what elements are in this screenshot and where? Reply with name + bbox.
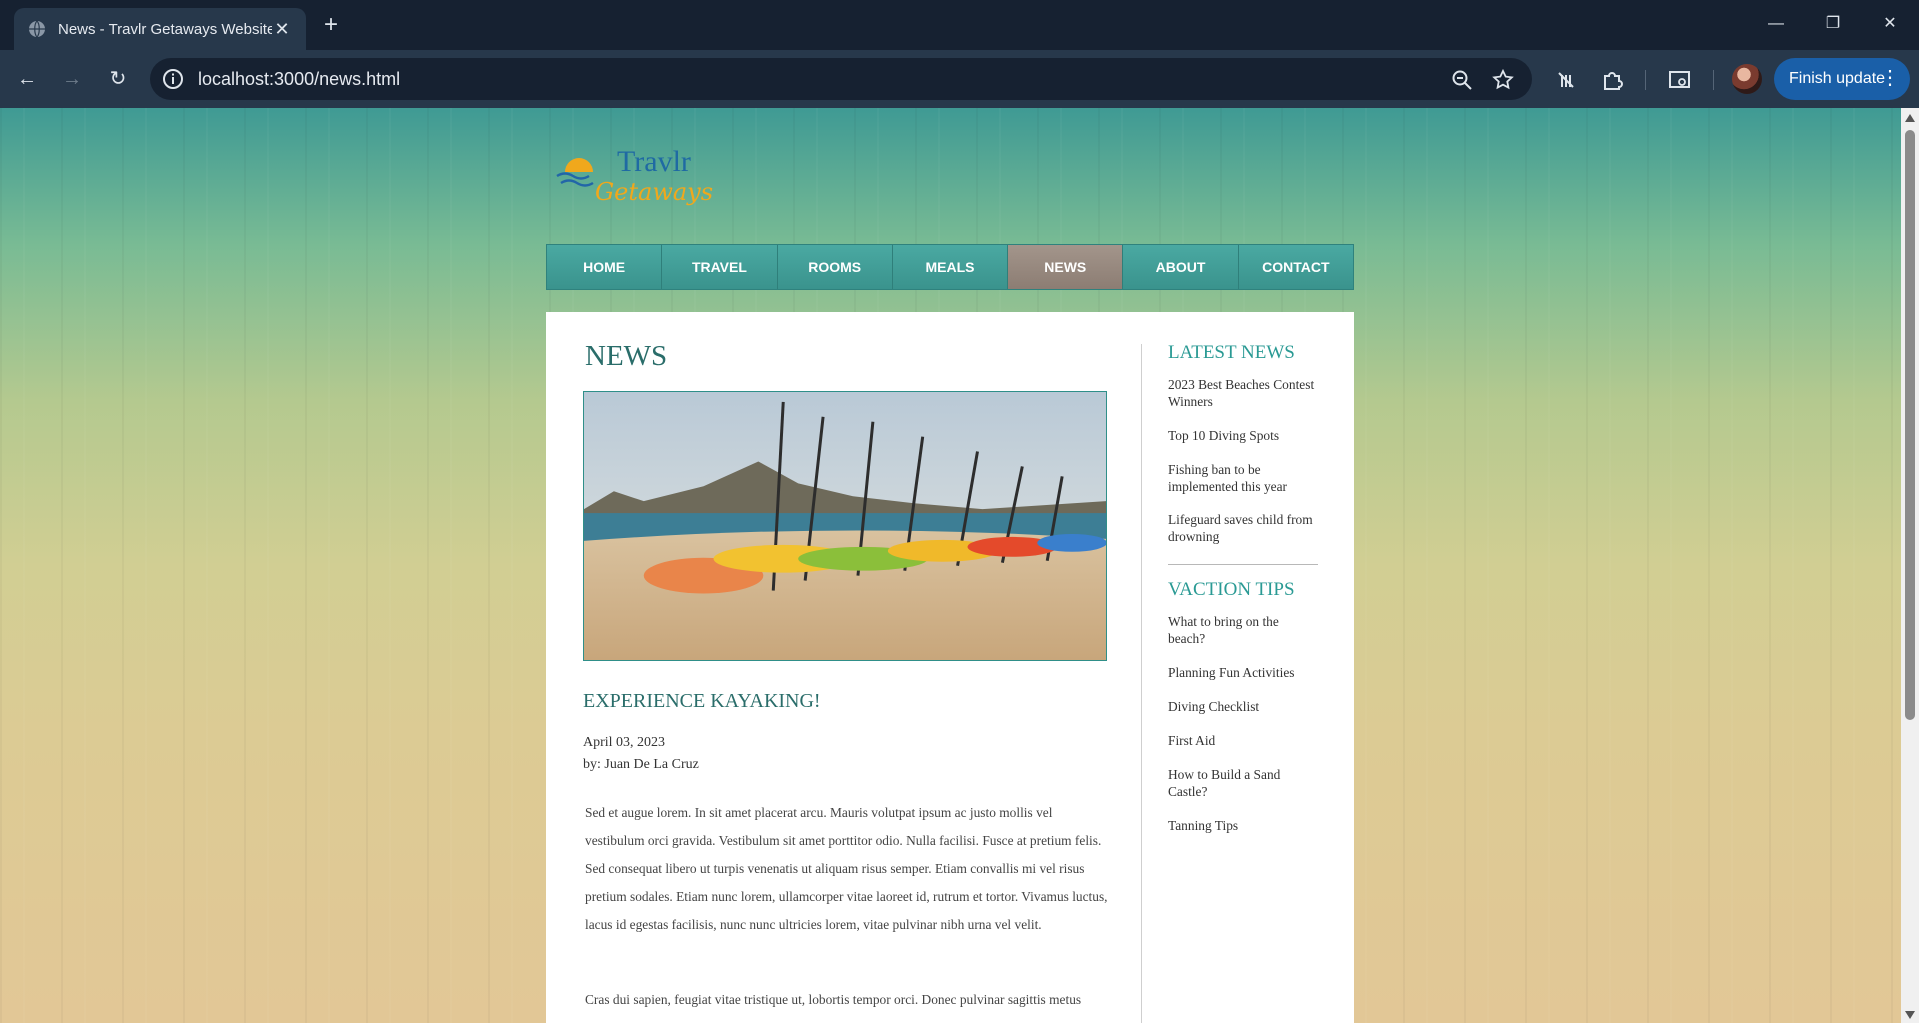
kayaks-beach-image: [583, 391, 1107, 661]
bookmark-star-icon[interactable]: [1491, 68, 1515, 92]
sidebar-divider: [1168, 564, 1318, 565]
tab-title: News - Travlr Getaways Website: [58, 20, 272, 38]
profile-avatar[interactable]: [1732, 64, 1762, 94]
scrollbar-thumb[interactable]: [1905, 130, 1915, 720]
tracking-off-icon[interactable]: [1553, 67, 1579, 93]
page-scrollbar[interactable]: [1901, 108, 1919, 1023]
vacation-tips-heading: VACTION TIPS: [1168, 579, 1295, 600]
scroll-up-arrow-icon[interactable]: [1905, 114, 1915, 122]
back-arrow-icon[interactable]: ←: [12, 64, 42, 94]
latest-news-heading: LATEST NEWS: [1168, 342, 1295, 363]
globe-icon: [29, 20, 45, 38]
toolbar-separator: [1645, 70, 1646, 90]
article-date: April 03, 2023: [583, 735, 666, 750]
toolbar-separator: [1713, 70, 1714, 90]
latest-news-link[interactable]: 2023 Best Beaches Contest Winners: [1168, 376, 1318, 410]
restore-icon[interactable]: ❐: [1815, 10, 1851, 38]
main-navigation: HOME TRAVEL ROOMS MEALS NEWS ABOUT CONTA…: [546, 244, 1354, 290]
minimize-icon[interactable]: —: [1758, 10, 1794, 38]
article-paragraph: Cras dui sapien, feugiat vitae tristique…: [585, 992, 1082, 1007]
column-divider: [1141, 344, 1142, 1023]
finish-update-label: Finish update: [1789, 70, 1886, 87]
page-title: NEWS: [585, 340, 668, 372]
site-info-icon[interactable]: [162, 68, 184, 90]
extensions-icon[interactable]: [1599, 67, 1625, 93]
nav-travel[interactable]: TRAVEL: [662, 245, 778, 289]
vacation-tip-link[interactable]: What to bring on the beach?: [1168, 613, 1318, 647]
nav-about[interactable]: ABOUT: [1123, 245, 1239, 289]
latest-news-link[interactable]: Top 10 Diving Spots: [1168, 427, 1318, 444]
vacation-tip-link[interactable]: Planning Fun Activities: [1168, 664, 1318, 681]
article-author: by: Juan De La Cruz: [583, 757, 699, 772]
page-viewport: Travlr Getaways HOME TRAVEL ROOMS MEALS …: [0, 108, 1901, 1023]
tab-search-icon[interactable]: [1667, 67, 1693, 93]
latest-news-link[interactable]: Lifeguard saves child from drowning: [1168, 511, 1318, 545]
browser-tab[interactable]: News - Travlr Getaways Website ✕: [14, 8, 306, 50]
logo-line2: Getaways: [595, 178, 713, 206]
nav-home[interactable]: HOME: [547, 245, 663, 289]
scroll-down-arrow-icon[interactable]: [1905, 1011, 1915, 1019]
nav-meals[interactable]: MEALS: [892, 245, 1009, 289]
browser-tab-strip: News - Travlr Getaways Website ✕ + — ❐ ✕: [0, 0, 1919, 50]
nav-rooms[interactable]: ROOMS: [777, 245, 893, 289]
close-tab-icon[interactable]: ✕: [272, 19, 292, 40]
travlr-getaways-logo[interactable]: Travlr Getaways: [555, 138, 735, 208]
url-text: localhost:3000/news.html: [198, 68, 401, 89]
vacation-tip-link[interactable]: Diving Checklist: [1168, 698, 1318, 715]
content-panel: NEWS EXPERIENCE KAYAKING! April 03, 2023…: [546, 312, 1354, 1023]
logo-line1: Travlr: [617, 145, 691, 178]
nav-news[interactable]: NEWS: [1008, 245, 1124, 289]
article-paragraph: Sed et augue lorem. In sit amet placerat…: [585, 805, 1108, 932]
forward-arrow-icon[interactable]: →: [57, 64, 87, 94]
nav-contact[interactable]: CONTACT: [1238, 245, 1353, 289]
vacation-tip-link[interactable]: First Aid: [1168, 732, 1318, 749]
address-bar[interactable]: localhost:3000/news.html: [150, 58, 1532, 100]
vacation-tip-link[interactable]: How to Build a Sand Castle?: [1168, 766, 1318, 800]
reload-icon[interactable]: ↻: [103, 64, 133, 94]
finish-update-button[interactable]: Finish update ⋮: [1774, 58, 1910, 100]
new-tab-icon[interactable]: +: [318, 12, 344, 38]
zoom-icon[interactable]: [1450, 68, 1474, 92]
article-title: EXPERIENCE KAYAKING!: [583, 690, 821, 712]
window-close-icon[interactable]: ✕: [1872, 10, 1908, 38]
browser-toolbar: ← → ↻ localhost:3000/news.html Finish up…: [0, 50, 1919, 108]
more-menu-icon[interactable]: ⋮: [1880, 67, 1900, 89]
vacation-tip-link[interactable]: Tanning Tips: [1168, 817, 1318, 834]
latest-news-link[interactable]: Fishing ban to be implemented this year: [1168, 461, 1318, 495]
